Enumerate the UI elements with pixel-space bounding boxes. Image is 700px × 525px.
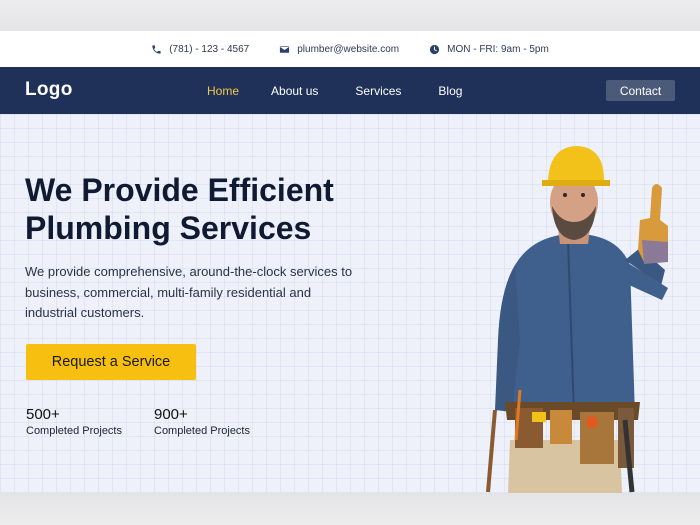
- plumber-worker-image: [486, 146, 668, 493]
- email-info[interactable]: plumber@website.com: [279, 44, 399, 55]
- phone-text: (781) - 123 - 4567: [169, 43, 250, 55]
- hero-title: We Provide Efficient Plumbing Services: [25, 171, 445, 247]
- mail-icon: [280, 45, 290, 53]
- clock-icon: [430, 44, 440, 54]
- hero-description: We provide comprehensive, around-the-clo…: [25, 264, 353, 320]
- stat-item: 900+ Completed Projects: [154, 406, 250, 438]
- contact-button[interactable]: Contact: [606, 80, 675, 101]
- nav-link-about-us[interactable]: About us: [271, 84, 318, 98]
- frame-top: [0, 0, 700, 31]
- phone-icon: [152, 44, 161, 54]
- hero-title-line-2: Plumbing Services: [25, 210, 312, 246]
- frame-bottom: [0, 493, 700, 525]
- logo[interactable]: Logo: [25, 79, 73, 101]
- stat-item: 500+ Completed Projects: [26, 406, 122, 438]
- email-text: plumber@website.com: [297, 43, 400, 55]
- stat-label: Completed Projects: [154, 425, 250, 437]
- hero-title-line-1: We Provide Efficient: [25, 172, 334, 208]
- contact-info-bar: (781) - 123 - 4567 plumber@website.com M…: [0, 31, 700, 67]
- stat-number: 500+: [26, 406, 60, 423]
- stat-label: Completed Projects: [26, 425, 122, 437]
- request-service-button[interactable]: Request a Service: [26, 344, 196, 380]
- hours-text: MON - FRI: 9am - 5pm: [447, 43, 549, 55]
- phone-info[interactable]: (781) - 123 - 4567: [151, 44, 249, 55]
- stat-number: 900+: [154, 406, 188, 423]
- nav-link-blog[interactable]: Blog: [438, 84, 462, 98]
- nav-link-services[interactable]: Services: [355, 84, 401, 98]
- nav-links: Home About us Services Blog: [207, 84, 462, 98]
- main-navbar: Logo Home About us Services Blog: [0, 67, 700, 114]
- hours-info: MON - FRI: 9am - 5pm: [429, 44, 549, 55]
- nav-link-home[interactable]: Home: [207, 84, 239, 98]
